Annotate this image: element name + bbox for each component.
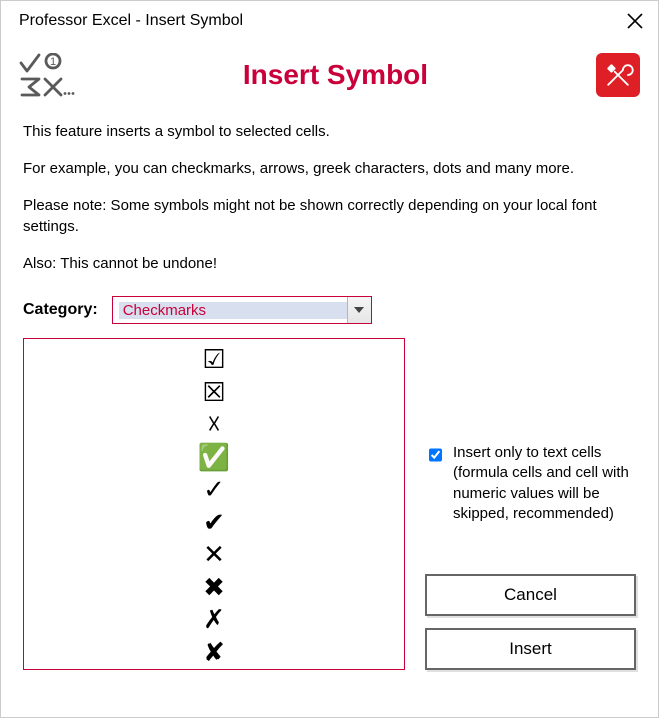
text-cells-only-checkbox[interactable] xyxy=(429,447,442,463)
close-icon xyxy=(626,12,644,30)
titlebar: Professor Excel - Insert Symbol xyxy=(1,1,658,39)
description-line-2: For example, you can checkmarks, arrows,… xyxy=(23,158,636,179)
symbol-item[interactable]: ✔ xyxy=(24,506,404,539)
category-dropdown-value: Checkmarks xyxy=(119,302,347,319)
description-line-3: Please note: Some symbols might not be s… xyxy=(23,195,636,237)
symbol-item[interactable]: ☒ xyxy=(24,376,404,409)
symbol-listbox[interactable]: ☑ ☒ ☓ ✅ ✓ ✔ ✕ ✖ ✗ ✘ xyxy=(23,338,405,670)
symbol-item[interactable]: ☓ xyxy=(24,408,404,441)
right-column: Insert only to text cells (formula cells… xyxy=(425,338,636,670)
dropdown-button[interactable] xyxy=(347,297,371,323)
page-title: Insert Symbol xyxy=(87,59,584,91)
category-label: Category: xyxy=(23,301,98,319)
insert-symbol-icon: 1 xyxy=(19,53,75,97)
symbol-item[interactable]: ✘ xyxy=(24,636,404,669)
cancel-button[interactable]: Cancel xyxy=(425,574,636,616)
svg-text:1: 1 xyxy=(50,56,56,68)
brand-logo xyxy=(596,53,640,97)
option-row: Insert only to text cells (formula cells… xyxy=(425,361,636,524)
content-row: ☑ ☒ ☓ ✅ ✓ ✔ ✕ ✖ ✗ ✘ Insert only to text … xyxy=(1,332,658,688)
category-dropdown[interactable]: Checkmarks xyxy=(112,296,372,324)
symbol-item[interactable]: ✓ xyxy=(24,473,404,506)
symbol-item[interactable]: ✖ xyxy=(24,571,404,604)
text-cells-only-label: Insert only to text cells (formula cells… xyxy=(453,443,636,524)
description-line-1: This feature inserts a symbol to selecte… xyxy=(23,121,636,142)
symbol-item[interactable]: ✗ xyxy=(24,603,404,636)
description-block: This feature inserts a symbol to selecte… xyxy=(1,99,658,274)
category-row: Category: Checkmarks xyxy=(1,290,658,332)
symbol-item[interactable]: ✅ xyxy=(24,441,404,474)
chevron-down-icon xyxy=(354,307,364,313)
description-line-4: Also: This cannot be undone! xyxy=(23,253,636,274)
header: 1 Insert Symbol xyxy=(1,39,658,99)
symbol-item[interactable]: ✕ xyxy=(24,538,404,571)
tools-icon xyxy=(600,57,636,93)
close-button[interactable] xyxy=(626,12,644,30)
insert-button[interactable]: Insert xyxy=(425,628,636,670)
symbol-item[interactable]: ☑ xyxy=(24,343,404,376)
window-title: Professor Excel - Insert Symbol xyxy=(19,12,243,30)
